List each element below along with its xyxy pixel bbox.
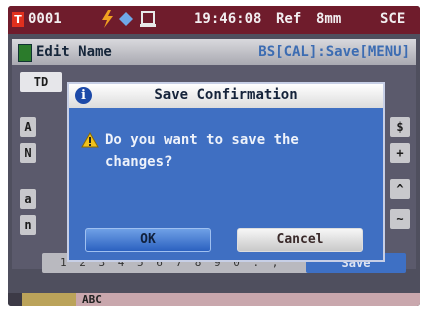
key-hint: BS[CAL]:Save[MENU] [258, 44, 410, 60]
window-titlebar: Edit Name BS[CAL]:Save[MENU] [12, 39, 416, 65]
key-caret[interactable]: ^ [390, 179, 410, 199]
dialog-message-line2: changes? [105, 154, 173, 170]
key-a[interactable]: a [20, 189, 36, 209]
name-field-value: TD [33, 75, 49, 89]
bottom-bar-indicator [22, 293, 76, 306]
lightning-icon [102, 10, 156, 28]
window-title: Edit Name [36, 44, 112, 60]
dialog-titlebar: i Save Confirmation [69, 84, 383, 108]
clock: 19:46:08 [194, 11, 262, 27]
key-N[interactable]: N [20, 143, 36, 163]
aperture-label: 8mm [316, 11, 342, 27]
device-screen: T 0001 19:46:08 Ref 8mm SCE Edit Name BS… [8, 6, 420, 306]
save-confirmation-dialog: i Save Confirmation Do you want to save … [67, 82, 385, 262]
key-dollar[interactable]: $ [390, 117, 410, 137]
warning-icon [81, 132, 99, 148]
key-plus[interactable]: + [390, 143, 410, 163]
dialog-message-line1: Do you want to save the [105, 132, 299, 148]
channel-number: 0001 [28, 11, 62, 27]
key-A[interactable]: A [20, 117, 36, 137]
cancel-button[interactable]: Cancel [237, 228, 363, 252]
input-mode: ABC [76, 293, 420, 306]
ok-button[interactable]: OK [85, 228, 211, 252]
key-tilde[interactable]: ~ [390, 209, 410, 229]
key-n[interactable]: n [20, 215, 36, 235]
status-bar: T 0001 19:46:08 Ref 8mm SCE [8, 6, 420, 34]
dialog-message: Do you want to save the changes? [105, 129, 365, 173]
status-icons [100, 9, 162, 33]
name-field[interactable]: TD [20, 72, 62, 92]
document-icon [18, 44, 32, 62]
target-icon: T [12, 12, 24, 27]
mode-label: SCE [380, 11, 406, 27]
ref-label: Ref [276, 11, 302, 27]
dialog-title: Save Confirmation [154, 87, 298, 103]
bottom-bar: ABC [8, 293, 420, 306]
